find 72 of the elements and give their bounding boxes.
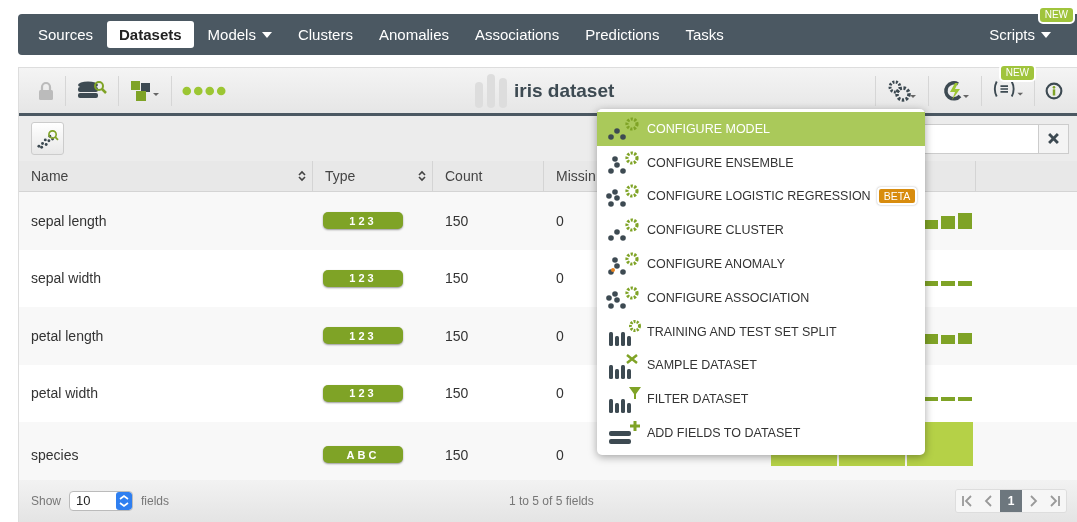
field-type-badge: 123 (323, 212, 403, 230)
scatterplot-button[interactable] (31, 122, 64, 155)
up-down-arrows-icon (116, 491, 133, 510)
table-cell: petal width (31, 385, 98, 402)
table-cell: sepal length (31, 212, 107, 229)
menu-item[interactable]: CONFIGURE CLUSTER (597, 213, 925, 248)
column-header-label: Type (325, 168, 356, 184)
scatter-search-icon (36, 128, 59, 149)
field-type-badge: 123 (323, 269, 403, 287)
nav-tab[interactable]: Associations (463, 21, 572, 48)
menu-item[interactable]: FILTER DATASET (597, 382, 925, 417)
nav-tab[interactable]: Tasks (673, 21, 736, 48)
field-type-badge: 123 (323, 327, 403, 345)
nav-tab[interactable]: Sources (26, 21, 106, 48)
field-type-badge: 123 (323, 384, 403, 402)
field-type-badge: ABC (323, 446, 403, 463)
menu-item[interactable]: ADD FIELDS TO DATASET (597, 416, 925, 450)
menu-item-icon (605, 114, 641, 143)
table-cell: 150 (445, 270, 469, 287)
fields-label: fields (141, 493, 170, 508)
table-cell: 0 (556, 327, 564, 344)
menu-item[interactable]: CONFIGURE LOGISTIC REGRESSION BETA (597, 179, 925, 214)
nav-tab[interactable]: Clusters (285, 21, 365, 48)
column-header[interactable]: Type (313, 161, 433, 191)
dataset-title: iris dataset (514, 79, 615, 102)
table-cell: 150 (445, 385, 469, 402)
column-header-label: Missin (556, 168, 596, 184)
nav-tab[interactable]: Predictions (573, 21, 672, 48)
info-icon[interactable] (1045, 80, 1063, 101)
clear-search-button[interactable] (1039, 123, 1069, 154)
table-cell: 0 (556, 212, 564, 229)
sort-icon (418, 170, 426, 182)
next-page-icon (1027, 494, 1039, 507)
show-label: Show (31, 493, 62, 508)
new-badge: NEW (1037, 6, 1075, 24)
last-page-icon (1049, 494, 1061, 507)
column-header[interactable]: Name (19, 161, 313, 191)
progress-dots-icon (182, 85, 226, 96)
gears-icon[interactable] (886, 79, 918, 102)
scripts-menu[interactable]: Scripts (977, 21, 1063, 48)
page-button[interactable]: 1 (1000, 489, 1022, 512)
previous-page-icon (983, 494, 995, 507)
table-cell: 150 (445, 212, 469, 229)
table-cell: species (31, 446, 79, 463)
menu-item-icon (605, 148, 641, 177)
menu-item[interactable]: CONFIGURE ANOMALY (597, 247, 925, 281)
table-cell: 0 (556, 385, 564, 402)
nav-tab[interactable]: Models (195, 21, 284, 48)
table-cell: sepal width (31, 270, 102, 287)
number-blocks-icon[interactable] (129, 79, 161, 102)
nav-tab[interactable]: Datasets (107, 21, 194, 48)
table-cell: 0 (556, 446, 564, 463)
page-size-select[interactable]: 10 (69, 490, 134, 511)
table-cell: 150 (445, 327, 469, 344)
column-header-label: Name (31, 168, 69, 184)
menu-item[interactable]: CONFIGURE ENSEMBLE (597, 145, 925, 180)
table-cell: 150 (445, 446, 469, 463)
column-header-label: Count (445, 168, 483, 184)
close-icon (1048, 133, 1059, 144)
table-cell: 0 (556, 270, 564, 287)
first-page-icon (961, 494, 973, 507)
pagination-summary: 1 to 5 of 5 fields (509, 493, 594, 508)
sort-icon (298, 170, 306, 182)
beta-badge: BETA (876, 187, 918, 206)
menu-item[interactable]: SAMPLE DATASET (597, 348, 925, 383)
table-cell: petal length (31, 327, 104, 344)
nav-tab[interactable]: Anomalies (366, 21, 461, 48)
menu-item[interactable]: TRAINING AND TEST SET SPLIT (597, 314, 925, 349)
menu-item[interactable]: CONFIGURE ASSOCIATION (597, 281, 925, 315)
new-badge: NEW (998, 63, 1036, 82)
menu-item-icon (605, 283, 641, 312)
column-header[interactable]: Count (433, 161, 544, 191)
